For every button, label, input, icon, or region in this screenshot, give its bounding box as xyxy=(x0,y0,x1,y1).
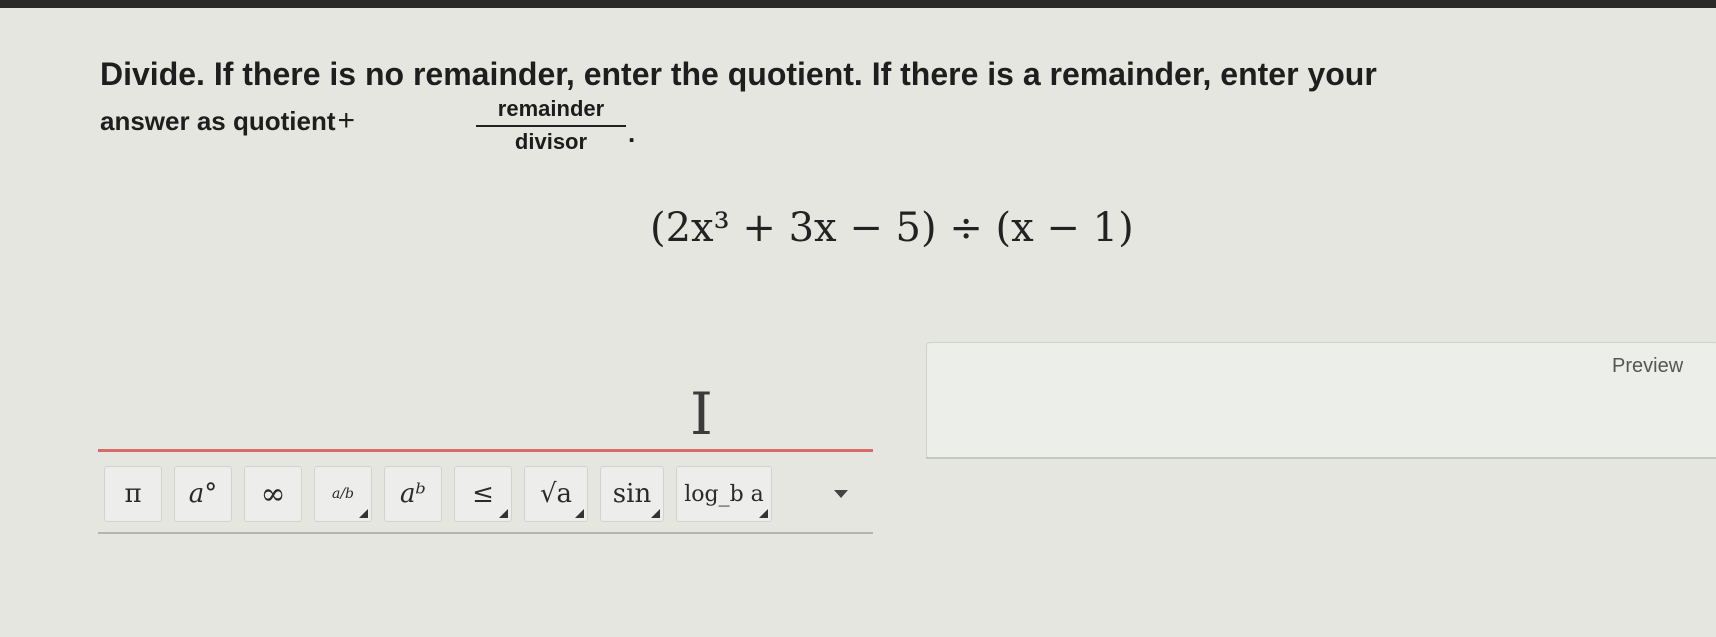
infinity-button[interactable]: ∞ xyxy=(244,466,302,522)
exponent-button[interactable]: aᵇ xyxy=(384,466,442,522)
fraction-label: a/b xyxy=(331,486,355,502)
degree-label: a° xyxy=(188,479,218,509)
top-bar xyxy=(0,0,1716,8)
pi-label: π xyxy=(124,479,142,509)
remainder-over-divisor-fraction: remainder divisor xyxy=(476,96,626,155)
sqrt-dropdown-icon xyxy=(575,509,584,518)
degree-button[interactable]: a° xyxy=(174,466,232,522)
fraction-numerator: remainder xyxy=(476,96,626,127)
fraction-period: . xyxy=(628,118,636,148)
inequality-label: ≤ xyxy=(472,479,494,509)
fraction-dropdown-icon xyxy=(359,509,368,518)
log-dropdown-icon xyxy=(759,509,768,518)
infinity-label: ∞ xyxy=(260,476,286,512)
plus-sign: + xyxy=(337,104,356,137)
fraction-denominator: divisor xyxy=(514,129,588,154)
pi-button[interactable]: π xyxy=(104,466,162,522)
question-text-line1: Divide. If there is no remainder, enter … xyxy=(100,56,1377,92)
question-text-line2: answer as quotient+ xyxy=(100,104,359,138)
trig-button[interactable]: sin xyxy=(600,466,664,522)
preview-box xyxy=(926,342,1716,459)
text-cursor-icon: I xyxy=(690,380,713,448)
inequality-dropdown-icon xyxy=(499,509,508,518)
answer-input[interactable] xyxy=(98,449,873,452)
question-prefix: answer as quotient xyxy=(100,106,336,136)
preview-label: Preview xyxy=(1612,355,1684,377)
preview-divider xyxy=(926,457,1716,459)
trig-label: sin xyxy=(612,479,652,509)
sqrt-label: √a xyxy=(539,479,573,509)
log-label: log_b a xyxy=(684,481,764,507)
trig-dropdown-icon xyxy=(651,509,660,518)
inequality-button[interactable]: ≤ xyxy=(454,466,512,522)
log-button[interactable]: log_b a xyxy=(676,466,772,522)
math-toolbar: π a° ∞ a/b aᵇ ≤ √a sin log_b a xyxy=(98,462,873,534)
toolbar-more-dropdown-icon[interactable] xyxy=(834,490,848,498)
sqrt-button[interactable]: √a xyxy=(524,466,588,522)
division-expression: (2x³ + 3x − 5) ÷ (x − 1) xyxy=(650,205,1134,251)
fraction-button[interactable]: a/b xyxy=(314,466,372,522)
exponent-label: aᵇ xyxy=(400,479,426,509)
